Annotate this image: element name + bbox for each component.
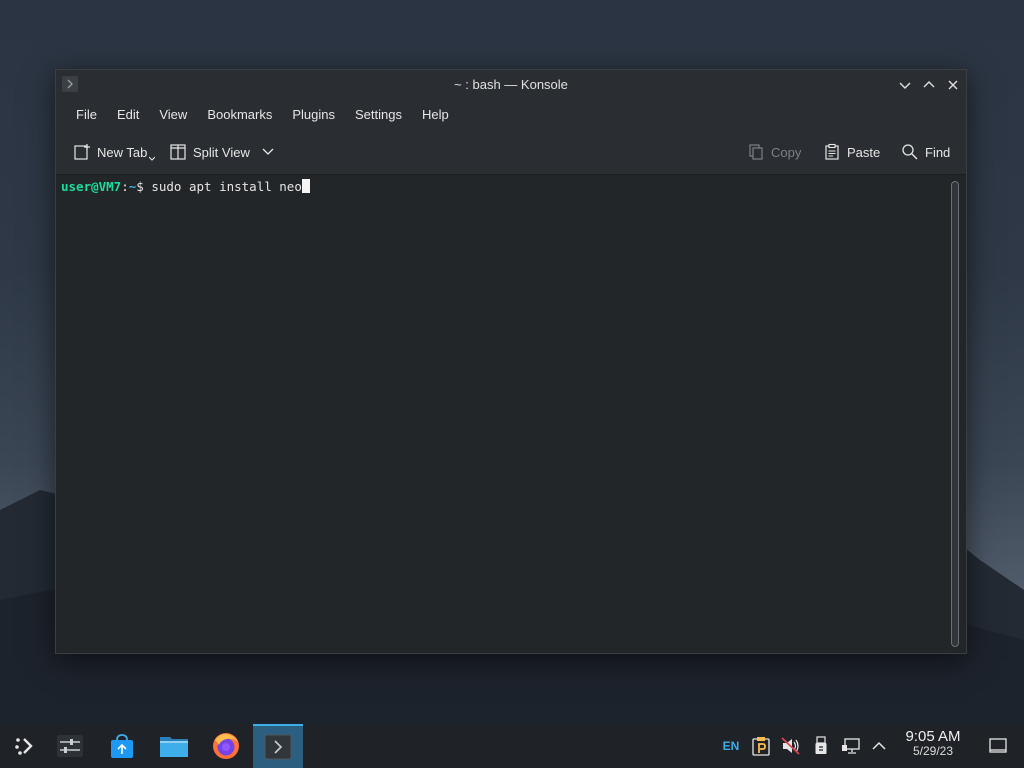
konsole-icon — [264, 734, 292, 760]
network-wired-icon — [842, 738, 860, 754]
new-tab-icon — [74, 144, 90, 160]
file-manager-icon — [160, 737, 188, 757]
text-cursor — [301, 179, 310, 193]
application-launcher-button[interactable] — [0, 724, 50, 768]
paste-label: Paste — [847, 144, 881, 160]
chevron-down-icon — [899, 82, 911, 89]
digital-clock[interactable]: 9:05 AM 5/29/23 — [895, 728, 971, 758]
find-button[interactable]: Find — [901, 140, 950, 164]
menu-settings[interactable]: Settings — [345, 100, 412, 130]
scrollbar[interactable] — [948, 177, 964, 651]
show-hidden-icons-button[interactable] — [868, 736, 890, 756]
chevron-down-icon — [262, 148, 274, 155]
terminal-line: user@VM7:~$ sudo apt install neo — [61, 179, 310, 194]
paste-button[interactable]: Paste — [823, 140, 880, 164]
volume-muted-icon — [781, 737, 800, 755]
copy-label: Copy — [771, 144, 802, 160]
keyboard-layout-indicator[interactable]: EN — [720, 736, 742, 756]
discover-store-icon — [111, 734, 133, 758]
chevron-up-icon — [872, 741, 886, 750]
peek-desktop-button[interactable] — [986, 736, 1010, 756]
application-launcher-icon — [15, 738, 33, 755]
system-settings-task[interactable] — [45, 724, 95, 768]
terminal-area[interactable]: user@VM7:~$ sudo apt install neo — [56, 175, 946, 653]
close-button[interactable] — [944, 76, 962, 94]
menu-view[interactable]: View — [149, 100, 197, 130]
prompt-symbol: $ — [136, 179, 152, 194]
split-view-button[interactable]: Split View — [169, 140, 274, 164]
network-tray-button[interactable] — [840, 736, 862, 756]
prompt-separator: : — [121, 179, 129, 194]
volume-tray-button[interactable] — [780, 736, 802, 756]
konsole-window: ~ : bash — Konsole File Edit View Bookma… — [55, 69, 967, 654]
firefox-task[interactable] — [201, 724, 251, 768]
clock-date: 5/29/23 — [912, 744, 954, 758]
new-tab-button[interactable]: New Tab — [73, 140, 156, 164]
split-view-icon — [170, 144, 186, 160]
title-bar[interactable]: ~ : bash — Konsole — [56, 70, 966, 100]
menu-bar: File Edit View Bookmarks Plugins Setting… — [56, 100, 966, 130]
new-tab-label: New Tab — [97, 144, 148, 160]
usb-drive-icon — [815, 736, 827, 754]
menu-edit[interactable]: Edit — [107, 100, 149, 130]
find-label: Find — [925, 144, 951, 160]
taskbar: EN 9:05 AM 5/29/23 — [0, 724, 1024, 768]
show-desktop-icon — [989, 738, 1007, 753]
removable-devices-tray-button[interactable] — [810, 736, 832, 756]
prompt-user: user@VM7 — [61, 179, 122, 194]
split-view-label: Split View — [193, 144, 250, 160]
minimize-button[interactable] — [896, 76, 914, 94]
window-title: ~ : bash — Konsole — [454, 77, 568, 92]
command-text: sudo apt install neo — [151, 179, 302, 194]
clipboard-icon — [752, 737, 770, 756]
keyboard-layout-label: EN — [722, 739, 740, 753]
chevron-up-icon — [923, 81, 935, 88]
firefox-icon — [213, 733, 239, 759]
menu-bookmarks[interactable]: Bookmarks — [197, 100, 282, 130]
copy-button[interactable]: Copy — [747, 140, 801, 164]
copy-icon — [749, 144, 763, 160]
chevron-down-icon — [149, 156, 156, 161]
clipboard-tray-button[interactable] — [750, 736, 772, 756]
clock-time: 9:05 AM — [905, 728, 961, 745]
konsole-task[interactable] — [253, 724, 303, 768]
discover-store-task[interactable] — [97, 724, 147, 768]
system-settings-icon — [57, 735, 83, 757]
menu-help[interactable]: Help — [412, 100, 459, 130]
scrollbar-handle[interactable] — [951, 181, 959, 647]
menu-file[interactable]: File — [66, 100, 107, 130]
toolbar: New Tab Split View Copy Paste Find — [56, 130, 966, 175]
close-icon — [948, 80, 958, 90]
menu-plugins[interactable]: Plugins — [282, 100, 345, 130]
paste-icon — [825, 143, 839, 160]
file-manager-task[interactable] — [149, 724, 199, 768]
maximize-button[interactable] — [920, 76, 938, 94]
search-icon — [902, 144, 918, 160]
